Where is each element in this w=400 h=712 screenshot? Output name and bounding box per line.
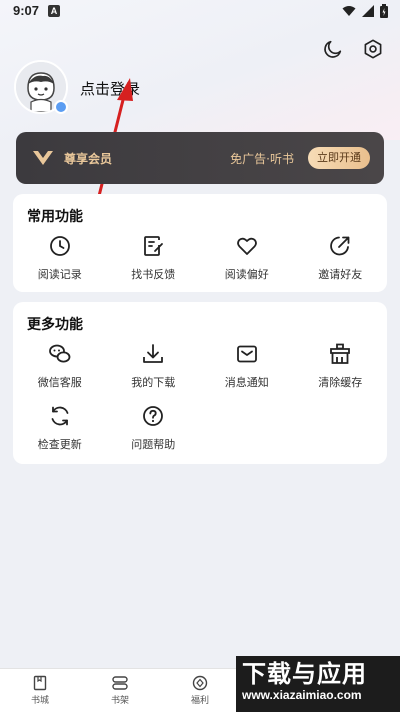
wechat-icon <box>48 344 71 363</box>
item-label: 微信客服 <box>37 376 82 389</box>
help-icon <box>143 406 164 426</box>
wifi-icon <box>342 6 356 16</box>
reading-preference-item[interactable]: 阅读偏好 <box>200 234 294 282</box>
moon-icon <box>324 40 342 58</box>
status-bar: 9:07 A <box>0 0 400 24</box>
item-label: 找书反馈 <box>131 268 176 281</box>
item-label: 我的下载 <box>131 376 176 389</box>
vip-title: 尊享会员 <box>64 152 113 166</box>
broom-icon <box>330 343 351 364</box>
item-label: 邀请好友 <box>318 268 363 281</box>
dark-mode-button[interactable] <box>320 36 346 62</box>
battery-icon <box>380 4 388 18</box>
download-icon <box>143 344 164 363</box>
book-icon <box>33 675 47 691</box>
check-update-item[interactable]: 检查更新 <box>13 404 107 452</box>
message-notification-item[interactable]: 消息通知 <box>200 342 294 390</box>
tab-welfare[interactable]: 福利 <box>160 669 240 712</box>
gear-icon <box>364 39 382 59</box>
status-time: 9:07 <box>13 3 40 18</box>
welfare-icon <box>192 675 208 691</box>
reading-history-item[interactable]: 阅读记录 <box>13 234 107 282</box>
invite-friends-item[interactable]: 邀请好友 <box>294 234 388 282</box>
tab-label: 书架 <box>110 696 129 706</box>
notification-icon: A <box>48 5 60 17</box>
profile-section[interactable]: 点击登录 <box>14 60 314 116</box>
login-link[interactable]: 点击登录 <box>80 78 140 99</box>
site-watermark: 下载与应用 www.xiazaimiao.com <box>236 656 400 712</box>
clock-icon <box>49 236 70 256</box>
my-downloads-item[interactable]: 我的下载 <box>107 342 201 390</box>
common-functions-card: 常用功能 阅读记录 找书反馈 阅读偏好 邀请好友 <box>13 194 387 292</box>
tab-bookshelf[interactable]: 书架 <box>80 669 160 712</box>
heart-icon <box>236 237 257 255</box>
item-label: 阅读记录 <box>37 268 82 281</box>
tab-label: 书城 <box>30 696 49 706</box>
vip-open-button[interactable]: 立即开通 <box>308 147 370 169</box>
settings-button[interactable] <box>360 36 386 62</box>
shelf-icon <box>112 676 128 690</box>
clear-cache-item[interactable]: 清除缓存 <box>294 342 388 390</box>
vip-crown-icon <box>33 151 53 165</box>
item-label: 消息通知 <box>224 376 269 389</box>
book-feedback-item[interactable]: 找书反馈 <box>107 234 201 282</box>
invite-icon <box>330 236 350 256</box>
tab-label: 福利 <box>190 696 209 706</box>
signal-icon <box>362 5 374 17</box>
more-functions-card: 更多功能 微信客服 我的下载 消息通知 清除缓存 检查更新 问题帮助 <box>13 302 387 464</box>
item-label: 问题帮助 <box>131 438 176 451</box>
vip-banner[interactable]: 尊享会员 免广告·听书 立即开通 <box>16 132 384 184</box>
refresh-icon <box>51 406 69 426</box>
item-label: 阅读偏好 <box>224 268 269 281</box>
watermark-url: www.xiazaimiao.com <box>242 688 362 702</box>
common-functions-title: 常用功能 <box>27 209 83 225</box>
feedback-icon <box>144 236 164 256</box>
item-label: 清除缓存 <box>318 376 363 389</box>
vip-description: 免广告·听书 <box>230 152 294 166</box>
tab-bookstore[interactable]: 书城 <box>0 669 80 712</box>
item-label: 检查更新 <box>37 438 82 451</box>
help-item[interactable]: 问题帮助 <box>107 404 201 452</box>
wechat-service-item[interactable]: 微信客服 <box>13 342 107 390</box>
more-functions-title: 更多功能 <box>27 317 83 333</box>
edit-badge-icon <box>54 100 68 114</box>
mail-icon <box>236 345 257 363</box>
watermark-title: 下载与应用 <box>242 660 367 688</box>
